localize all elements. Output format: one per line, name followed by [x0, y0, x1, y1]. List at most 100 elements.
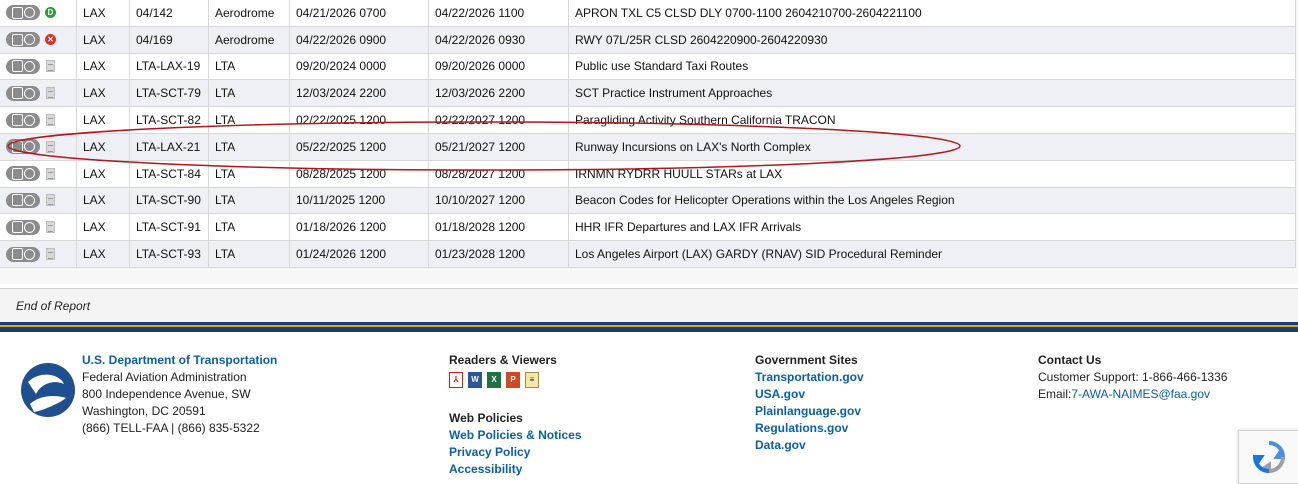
web-policies-link[interactable]: Web Policies & Notices — [449, 427, 582, 444]
dot-link[interactable]: U.S. Department of Transportation — [82, 352, 277, 369]
row-action-icons — [0, 53, 77, 81]
row-action-icons — [0, 240, 77, 268]
map-circle-icon — [23, 7, 35, 19]
view-notam-toggle-icon[interactable] — [6, 5, 40, 21]
notam-number-cell: LTA-SCT-93 — [129, 240, 209, 268]
start-date-cell: 01/24/2026 1200 — [289, 240, 429, 268]
page-icon[interactable] — [46, 140, 55, 153]
page-icon[interactable] — [46, 221, 55, 234]
end-date-cell: 01/23/2028 1200 — [428, 240, 569, 268]
powerpoint-icon[interactable]: P — [506, 372, 520, 388]
view-notam-toggle-icon[interactable] — [6, 85, 40, 101]
location-cell: LAX — [76, 53, 130, 81]
page-icon[interactable] — [46, 194, 55, 207]
footer-dot-column: U.S. Department of Transportation Federa… — [82, 352, 277, 437]
map-circle-icon — [23, 221, 35, 233]
page-icon[interactable] — [46, 60, 55, 73]
map-circle-icon — [23, 141, 35, 153]
map-circle-icon — [23, 248, 35, 260]
notam-number-cell: LTA-SCT-79 — [129, 79, 209, 108]
row-action-icons — [0, 79, 77, 108]
web-policies-heading: Web Policies — [449, 411, 523, 425]
notam-type-cell: LTA — [208, 53, 290, 81]
notam-row[interactable]: D LAX 04/142 Aerodrome 04/21/2026 0700 04/22/… — [0, 0, 1296, 27]
notam-number-cell: 04/169 — [129, 26, 209, 54]
document-icon — [11, 221, 23, 234]
notam-text-cell: HHR IFR Departures and LAX IFR Arrivals — [568, 213, 1296, 242]
email-link[interactable]: 7-AWA-NAIMES@faa.gov — [1071, 387, 1210, 401]
customer-support-text: Customer Support: 1-866-466-1336 — [1038, 370, 1228, 384]
email-line: Email:7-AWA-NAIMES@faa.gov — [1038, 386, 1227, 403]
notam-row[interactable]: LAX LTA-LAX-19 LTA 09/20/2024 0000 09/20/202… — [0, 53, 1296, 81]
notam-number-cell: LTA-SCT-82 — [129, 106, 209, 134]
notam-type-cell: LTA — [208, 187, 290, 215]
notam-text-cell: Public use Standard Taxi Routes — [568, 53, 1296, 81]
notepad-icon[interactable]: ≡ — [525, 372, 539, 388]
view-notam-toggle-icon[interactable] — [6, 246, 40, 262]
notam-row[interactable]: LAX LTA-LAX-21 LTA 05/22/2025 1200 05/21/202… — [0, 133, 1296, 161]
start-date-cell: 05/22/2025 1200 — [289, 133, 429, 161]
view-notam-toggle-icon[interactable] — [6, 112, 40, 128]
notam-type-cell: LTA — [208, 133, 290, 161]
document-icon — [11, 114, 23, 127]
view-notam-toggle-icon[interactable] — [6, 139, 40, 155]
notam-table-area: D LAX 04/142 Aerodrome 04/21/2026 0700 04/22/… — [0, 0, 1298, 284]
usa-gov-link[interactable]: USA.gov — [755, 386, 864, 403]
view-notam-toggle-icon[interactable] — [6, 192, 40, 208]
notam-type-cell: Aerodrome — [208, 26, 290, 54]
status-cancel-icon[interactable]: ✕ — [45, 34, 56, 46]
notam-row[interactable]: LAX LTA-SCT-90 LTA 10/11/2025 1200 10/10/202… — [0, 187, 1296, 215]
plainlanguage-gov-link[interactable]: Plainlanguage.gov — [755, 403, 864, 420]
notam-row[interactable]: LAX LTA-SCT-91 LTA 01/18/2026 1200 01/18/202… — [0, 213, 1296, 242]
notam-row[interactable]: LAX LTA-SCT-79 LTA 12/03/2024 2200 12/03/202… — [0, 79, 1296, 108]
excel-icon[interactable]: X — [487, 372, 501, 388]
notam-row[interactable]: LAX LTA-SCT-93 LTA 01/24/2026 1200 01/23/202… — [0, 240, 1296, 268]
document-icon — [11, 87, 23, 100]
view-notam-toggle-icon[interactable] — [6, 166, 40, 182]
readers-heading: Readers & Viewers — [449, 353, 557, 367]
notam-row[interactable]: LAX LTA-SCT-82 LTA 02/22/2025 1200 02/22/202… — [0, 106, 1296, 134]
notam-number-cell: LTA-LAX-21 — [129, 133, 209, 161]
notam-row[interactable]: ✕ LAX 04/169 Aerodrome 04/22/2026 0900 04/22/… — [0, 26, 1296, 54]
recaptcha-badge[interactable] — [1238, 430, 1298, 484]
location-cell: LAX — [76, 213, 130, 242]
email-label: Email: — [1038, 387, 1072, 401]
data-gov-link[interactable]: Data.gov — [755, 437, 864, 454]
notam-number-cell: LTA-SCT-91 — [129, 213, 209, 242]
end-date-cell: 08/28/2027 1200 — [428, 160, 569, 188]
start-date-cell: 12/03/2024 2200 — [289, 79, 429, 108]
notam-text-cell: Paragliding Activity Southern California… — [568, 106, 1296, 134]
pdf-icon[interactable]: ⅄ — [449, 372, 463, 388]
report-end-bar: End of Report — [0, 288, 1298, 323]
map-circle-icon — [23, 87, 35, 99]
notam-type-cell: Aerodrome — [208, 0, 290, 27]
privacy-policy-link[interactable]: Privacy Policy — [449, 444, 582, 461]
page-icon[interactable] — [46, 87, 55, 100]
end-date-cell: 04/22/2026 0930 — [428, 26, 569, 54]
start-date-cell: 04/22/2026 0900 — [289, 26, 429, 54]
word-icon[interactable]: W — [468, 372, 482, 388]
document-icon — [11, 140, 23, 153]
transportation-gov-link[interactable]: Transportation.gov — [755, 369, 864, 386]
accessibility-link[interactable]: Accessibility — [449, 461, 582, 478]
view-notam-toggle-icon[interactable] — [6, 32, 40, 48]
status-d-icon[interactable]: D — [45, 7, 56, 19]
contact-heading: Contact Us — [1038, 353, 1102, 367]
start-date-cell: 01/18/2026 1200 — [289, 213, 429, 242]
dot-logo-icon — [21, 363, 75, 417]
page-icon[interactable] — [46, 248, 55, 261]
document-icon — [11, 167, 23, 180]
view-notam-toggle-icon[interactable] — [6, 58, 40, 74]
start-date-cell: 09/20/2024 0000 — [289, 53, 429, 81]
page-icon[interactable] — [46, 167, 55, 180]
regulations-gov-link[interactable]: Regulations.gov — [755, 420, 864, 437]
row-action-icons — [0, 213, 77, 242]
row-action-icons — [0, 187, 77, 215]
notam-row[interactable]: LAX LTA-SCT-84 LTA 08/28/2025 1200 08/28/202… — [0, 160, 1296, 188]
gov-sites-heading: Government Sites — [755, 353, 858, 367]
notam-text-cell: IRNMN RYDRR HUULL STARs at LAX — [568, 160, 1296, 188]
location-cell: LAX — [76, 26, 130, 54]
page-icon[interactable] — [46, 114, 55, 127]
footer-contact-column: Contact Us Customer Support: 1-866-466-1… — [1038, 352, 1227, 403]
view-notam-toggle-icon[interactable] — [6, 219, 40, 235]
